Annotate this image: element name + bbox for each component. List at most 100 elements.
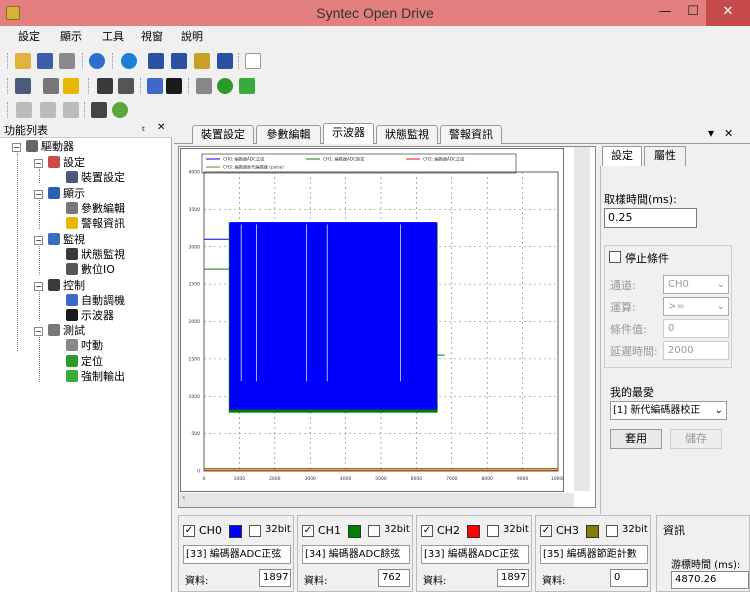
upload-icon[interactable] — [40, 102, 56, 118]
pin-icon[interactable]: ₜ — [142, 121, 145, 134]
tree-group-test[interactable]: 測試 — [48, 323, 85, 338]
channel-enable-checkbox[interactable]: ✓ — [183, 525, 195, 537]
maximize-button[interactable]: ☐ — [680, 0, 706, 26]
help-icon[interactable] — [89, 53, 105, 69]
parameter-edit-icon[interactable] — [43, 78, 59, 94]
zoom-reset-icon[interactable] — [217, 53, 233, 69]
tree-item-alarm-info[interactable]: 警報資訊 — [66, 216, 125, 231]
zoom-in-icon[interactable] — [148, 53, 164, 69]
panel-close-icon[interactable]: ✕ — [157, 122, 165, 133]
oscilloscope-chart[interactable]: CH0: 編碼器ADC正弦 CH1: 編碼器ADC餘弦 CH2: 編碼器ADC正弦 C… — [180, 148, 564, 492]
channel-source-select[interactable]: [33] 編碼器ADC正弦 — [421, 545, 529, 564]
toolbar-2 — [0, 74, 750, 98]
sample-time-input[interactable]: 0.25 — [604, 208, 697, 228]
channel-color-swatch[interactable] — [467, 525, 480, 538]
save-button[interactable]: 儲存 — [670, 429, 722, 449]
channel-color-swatch[interactable] — [586, 525, 599, 538]
menu-help[interactable]: 說明 — [181, 26, 203, 48]
tree-item-force-output[interactable]: 強制輸出 — [66, 369, 125, 384]
gear-refresh-icon[interactable] — [112, 102, 128, 118]
force-output-icon[interactable] — [239, 78, 255, 94]
channel-enable-checkbox[interactable]: ✓ — [302, 525, 314, 537]
minimize-button[interactable]: — — [650, 0, 680, 26]
save-icon[interactable] — [37, 53, 53, 69]
download-icon[interactable] — [63, 102, 79, 118]
tab-settings[interactable]: 設定 — [602, 146, 642, 166]
zoom-out-icon[interactable] — [171, 53, 187, 69]
condition-value-input[interactable]: 0 — [663, 319, 729, 338]
status-monitor-icon[interactable] — [97, 78, 113, 94]
data-label: 資料: — [304, 576, 328, 587]
menu-settings[interactable]: 設定 — [18, 26, 40, 48]
tab-oscilloscope[interactable]: 示波器 — [323, 123, 374, 144]
menu-window[interactable]: 視窗 — [141, 26, 163, 48]
channel-enable-checkbox[interactable]: ✓ — [421, 525, 433, 537]
32bit-checkbox[interactable] — [368, 525, 380, 537]
stop-condition-checkbox[interactable] — [609, 251, 621, 263]
tree-root[interactable]: 驅動器 — [26, 139, 74, 154]
tree-item-jog[interactable]: 吋動 — [66, 338, 103, 353]
tree-item-label: 裝置設定 — [81, 171, 125, 184]
play-icon[interactable] — [121, 53, 137, 69]
expand-control-icon[interactable]: − — [34, 282, 43, 291]
tree-item-oscilloscope[interactable]: 示波器 — [66, 308, 114, 323]
tree-group-settings[interactable]: 設定 — [48, 155, 85, 170]
tree-item-digital-io[interactable]: 數位IO — [66, 262, 115, 277]
chart-v-scrollbar[interactable] — [574, 147, 590, 491]
channel-source-select[interactable]: [34] 編碼器ADC餘弦 — [302, 545, 410, 564]
menu-view[interactable]: 顯示 — [60, 26, 82, 48]
tree-group-monitor[interactable]: 監視 — [48, 232, 85, 247]
channel-color-swatch[interactable] — [229, 525, 242, 538]
tab-parameter-edit[interactable]: 參數編輯 — [256, 125, 321, 144]
delay-time-input[interactable]: 2000 — [663, 341, 729, 360]
oscilloscope-icon[interactable] — [166, 78, 182, 94]
document-close-icon[interactable]: ✕ — [724, 127, 733, 140]
jog-icon[interactable] — [196, 78, 212, 94]
expand-settings-icon[interactable]: − — [34, 159, 43, 168]
chart-icon[interactable] — [245, 53, 261, 69]
32bit-checkbox[interactable] — [606, 525, 618, 537]
expand-monitor-icon[interactable]: − — [34, 236, 43, 245]
tab-list-dropdown[interactable]: ▾ — [708, 126, 714, 140]
tab-device-settings[interactable]: 裝置設定 — [192, 125, 254, 144]
tab-alarm-info[interactable]: 警報資訊 — [440, 125, 502, 144]
close-button[interactable]: ✕ — [706, 0, 750, 26]
digital-io-icon[interactable] — [118, 78, 134, 94]
favorites-select[interactable]: [1] 新代編碼器校正 ⌄ — [610, 401, 727, 420]
tree-item-position[interactable]: 定位 — [66, 354, 103, 369]
chart-h-scrollbar[interactable]: ‹ — [179, 493, 574, 507]
channel-source-select[interactable]: [35] 編碼器節距計數 — [540, 545, 648, 564]
apply-button[interactable]: 套用 — [610, 429, 662, 449]
chart-legend: CH0: 編碼器ADC正弦 CH1: 編碼器ADC餘弦 CH2: 編碼器ADC正弦 C… — [201, 153, 517, 174]
tab-status-monitor[interactable]: 狀態監視 — [376, 125, 438, 144]
expand-test-icon[interactable]: − — [34, 327, 43, 336]
zoom-fit-icon[interactable] — [194, 53, 210, 69]
tree-item-parameter-edit[interactable]: 參數編輯 — [66, 201, 125, 216]
tab-properties[interactable]: 屬性 — [644, 146, 686, 166]
open-folder-icon[interactable] — [15, 53, 31, 69]
32bit-checkbox[interactable] — [249, 525, 261, 537]
tree-item-status-monitor[interactable]: 狀態監視 — [66, 247, 125, 262]
auto-tune-icon[interactable] — [147, 78, 163, 94]
channel-color-swatch[interactable] — [348, 525, 361, 538]
alarm-icon[interactable] — [63, 78, 79, 94]
wrench-icon[interactable] — [91, 102, 107, 118]
device-settings-icon[interactable] — [15, 78, 31, 94]
scroll-left-icon[interactable]: ‹ — [182, 493, 186, 503]
32bit-checkbox[interactable] — [487, 525, 499, 537]
position-icon[interactable] — [217, 78, 233, 94]
tree-group-control[interactable]: 控制 — [48, 278, 85, 293]
channel-select[interactable]: CH0 ⌄ — [663, 275, 729, 294]
expand-view-icon[interactable]: − — [34, 190, 43, 199]
expand-root-icon[interactable]: − — [12, 143, 21, 152]
tree-group-view[interactable]: 顯示 — [48, 186, 85, 201]
tree-item-auto-tune[interactable]: 自動調機 — [66, 293, 125, 308]
warning-icon — [66, 217, 78, 229]
print-icon[interactable] — [59, 53, 75, 69]
operation-select[interactable]: >= ⌄ — [663, 297, 729, 316]
channel-enable-checkbox[interactable]: ✓ — [540, 525, 552, 537]
stack-icon[interactable] — [16, 102, 32, 118]
menu-tools[interactable]: 工具 — [102, 26, 124, 48]
tree-item-device-settings[interactable]: 裝置設定 — [66, 170, 125, 185]
channel-source-select[interactable]: [33] 編碼器ADC正弦 — [183, 545, 291, 564]
